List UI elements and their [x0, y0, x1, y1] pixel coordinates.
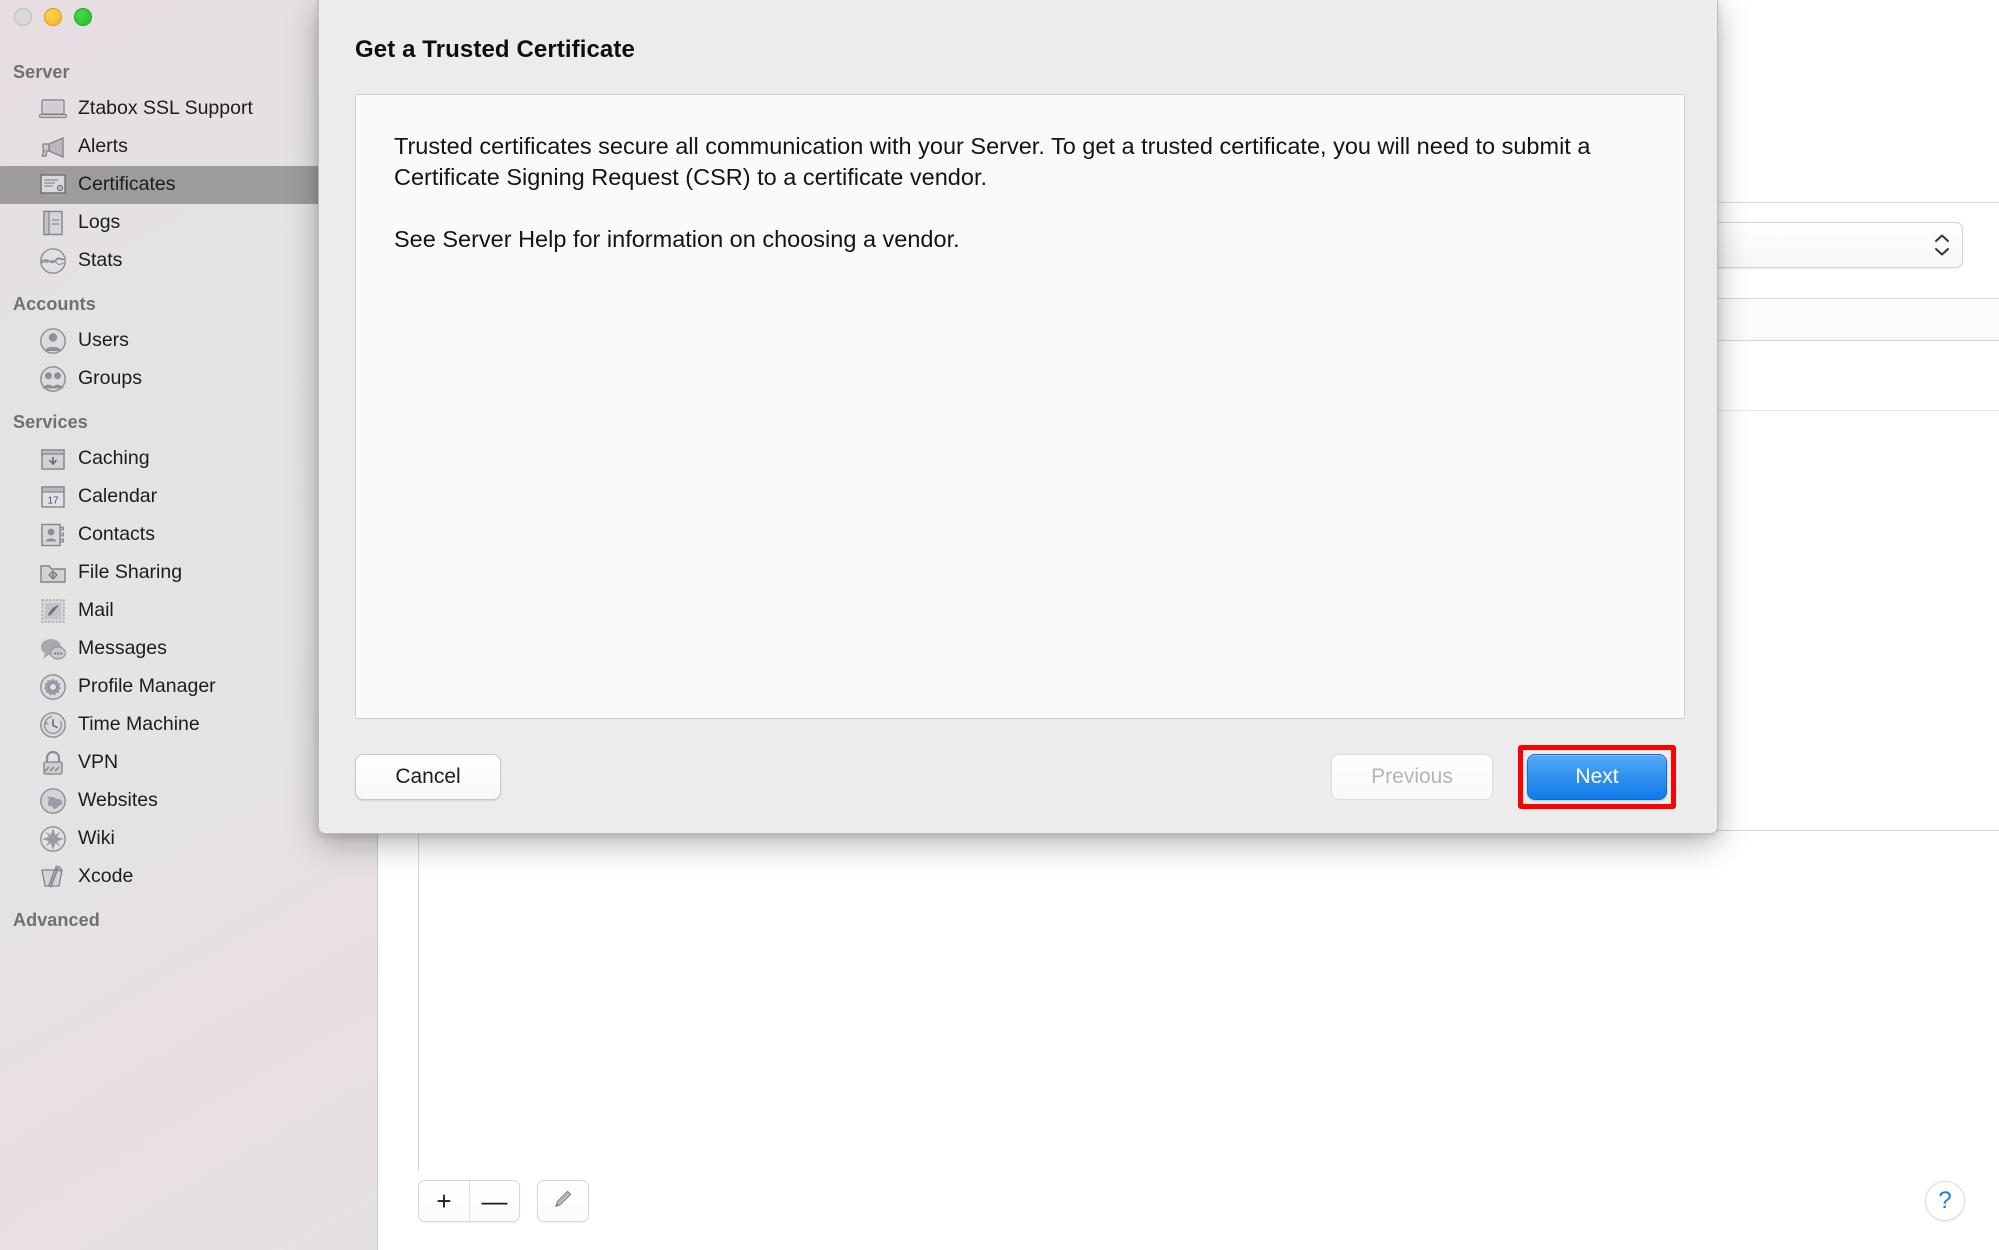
- previous-button: Previous: [1331, 754, 1493, 800]
- sidebar-item-label: Certificates: [78, 175, 176, 195]
- sheet-footer: Cancel Previous Next: [355, 754, 1681, 810]
- stepper-chevrons-icon: [1934, 234, 1950, 256]
- pencil-icon: [551, 1187, 575, 1216]
- sidebar-item-label: File Sharing: [78, 563, 182, 583]
- detail-panel: [418, 830, 1999, 1170]
- sidebar-group-title-advanced: Advanced: [0, 896, 377, 938]
- sidebar-item-label: Contacts: [78, 525, 155, 545]
- lock-icon: [38, 750, 68, 776]
- calendar-icon: 17: [38, 484, 68, 510]
- zoom-window-button[interactable]: [74, 8, 92, 26]
- sidebar-item-label: Time Machine: [78, 715, 200, 735]
- sidebar-item-label: Alerts: [78, 137, 128, 157]
- screen-root: Server Ztabox SSL Support Alerts: [0, 0, 1999, 1250]
- sidebar-item-label: Messages: [78, 639, 167, 659]
- sheet-paragraph-1: Trusted certificates secure all communic…: [394, 131, 1640, 194]
- sidebar-item-label: Mail: [78, 601, 114, 621]
- edit-certificate-button[interactable]: [537, 1180, 589, 1222]
- sheet-body-panel: Trusted certificates secure all communic…: [355, 94, 1685, 719]
- get-trusted-certificate-sheet: Get a Trusted Certificate Trusted certif…: [318, 0, 1718, 834]
- sidebar-item-label: Calendar: [78, 487, 157, 507]
- sidebar-item-label: Groups: [78, 369, 142, 389]
- laptop-icon: [38, 96, 68, 122]
- bottom-toolbar: + — ?: [418, 1180, 1979, 1228]
- log-book-icon: [38, 210, 68, 236]
- hammer-icon: [38, 864, 68, 890]
- contacts-book-icon: [38, 522, 68, 548]
- sidebar-item-label: Wiki: [78, 829, 115, 849]
- sidebar-item-xcode[interactable]: Xcode: [0, 858, 377, 896]
- close-window-button[interactable]: [14, 8, 32, 26]
- sidebar-item-label: Logs: [78, 213, 120, 233]
- megaphone-icon: [38, 134, 68, 160]
- certificate-icon: [38, 172, 68, 198]
- user-icon: [38, 328, 68, 354]
- svg-text:17: 17: [47, 496, 59, 507]
- messages-bubble-icon: [38, 636, 68, 662]
- add-certificate-button[interactable]: +: [419, 1181, 469, 1221]
- next-button[interactable]: Next: [1527, 754, 1667, 800]
- sheet-title: Get a Trusted Certificate: [355, 36, 635, 64]
- mail-stamp-icon: [38, 598, 68, 624]
- add-remove-segmented-control: + —: [418, 1180, 520, 1222]
- sidebar-item-label: Stats: [78, 251, 122, 271]
- caching-download-icon: [38, 446, 68, 472]
- stats-graph-icon: [38, 248, 68, 274]
- group-icon: [38, 366, 68, 392]
- sheet-paragraph-2: See Server Help for information on choos…: [394, 224, 1640, 255]
- remove-certificate-button[interactable]: —: [469, 1181, 519, 1221]
- window-traffic-lights: [14, 8, 92, 26]
- clock-back-icon: [38, 712, 68, 738]
- wiki-pinwheel-icon: [38, 826, 68, 852]
- sidebar-item-label: Websites: [78, 791, 158, 811]
- globe-icon: [38, 788, 68, 814]
- file-sharing-folder-icon: [38, 560, 68, 586]
- sheet-text-block: Trusted certificates secure all communic…: [394, 131, 1640, 255]
- sidebar-item-label: VPN: [78, 753, 118, 773]
- minimize-window-button[interactable]: [44, 8, 62, 26]
- sidebar-item-label: Caching: [78, 449, 150, 469]
- help-button[interactable]: ?: [1925, 1181, 1965, 1221]
- sidebar-item-label: Users: [78, 331, 129, 351]
- sidebar-item-label: Ztabox SSL Support: [78, 99, 253, 119]
- sidebar-item-label: Profile Manager: [78, 677, 216, 697]
- cancel-button[interactable]: Cancel: [355, 754, 501, 800]
- sidebar-item-label: Xcode: [78, 867, 133, 887]
- gear-icon: [38, 674, 68, 700]
